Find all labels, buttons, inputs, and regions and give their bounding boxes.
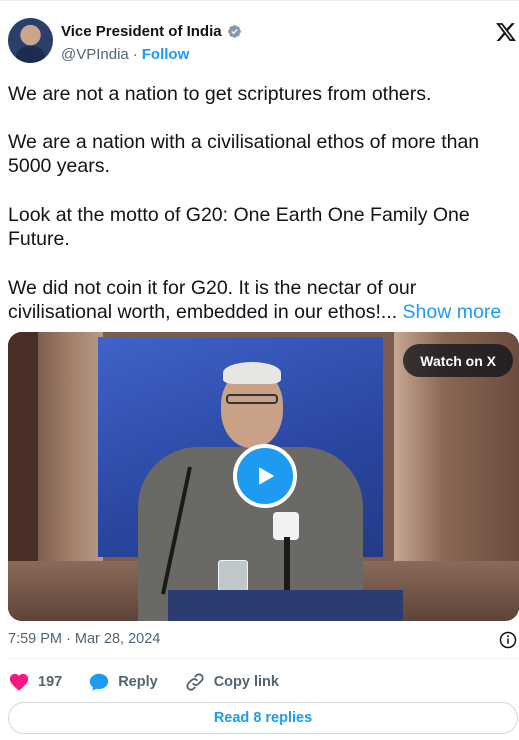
tweet-paragraph-text: We did not coin it for G20. It is the ne… xyxy=(8,277,417,323)
microphone-flag xyxy=(273,512,299,540)
tweet-paragraph: Look at the motto of G20: One Earth One … xyxy=(8,204,470,250)
x-logo-icon[interactable] xyxy=(495,21,517,43)
microphone-stand xyxy=(284,537,290,597)
reply-label: Reply xyxy=(118,674,158,690)
play-button[interactable] xyxy=(233,444,297,508)
show-more-link[interactable]: Show more xyxy=(403,301,502,323)
tweet-timestamp[interactable]: 7:59 PM · Mar 28, 2024 xyxy=(8,631,160,647)
verified-badge-icon xyxy=(227,25,241,38)
author-name[interactable]: Vice President of India xyxy=(61,23,222,40)
copy-link-button[interactable]: Copy link xyxy=(184,671,279,693)
tweet-paragraph: We are a nation with a civilisational et… xyxy=(8,131,480,177)
heart-icon xyxy=(9,673,29,691)
tweet-paragraph: We are not a nation to get scriptures fr… xyxy=(8,83,432,105)
like-count: 197 xyxy=(38,674,63,690)
like-button[interactable]: 197 xyxy=(8,671,62,693)
speech-bubble-icon xyxy=(90,673,109,691)
action-bar: 197 Reply Copy link xyxy=(8,669,279,695)
watch-on-x-button[interactable]: Watch on X xyxy=(403,344,513,377)
copy-link-label: Copy link xyxy=(213,674,279,690)
speaker-glasses xyxy=(226,394,278,404)
speaker-hair xyxy=(223,362,281,384)
tweet-paragraph-last: We did not coin it for G20. It is the ne… xyxy=(8,276,516,324)
avatar[interactable] xyxy=(8,18,53,63)
video-thumbnail[interactable]: Watch on X xyxy=(8,332,519,621)
separator-dot: · xyxy=(132,46,138,63)
water-glass xyxy=(218,560,248,592)
follow-button[interactable]: Follow xyxy=(142,46,190,63)
divider xyxy=(8,658,519,659)
author-handle[interactable]: @VPIndia xyxy=(61,46,129,63)
author-name-row: Vice President of India xyxy=(61,23,242,40)
author-handle-row: @VPIndia · Follow xyxy=(61,46,189,63)
info-icon[interactable] xyxy=(499,631,517,649)
link-icon xyxy=(186,673,204,691)
tweet-card: Vice President of India @VPIndia · Follo… xyxy=(0,0,519,740)
play-icon xyxy=(259,467,275,485)
reply-button[interactable]: Reply xyxy=(88,671,158,693)
podium xyxy=(168,590,403,621)
read-replies-button[interactable]: Read 8 replies xyxy=(8,702,518,734)
